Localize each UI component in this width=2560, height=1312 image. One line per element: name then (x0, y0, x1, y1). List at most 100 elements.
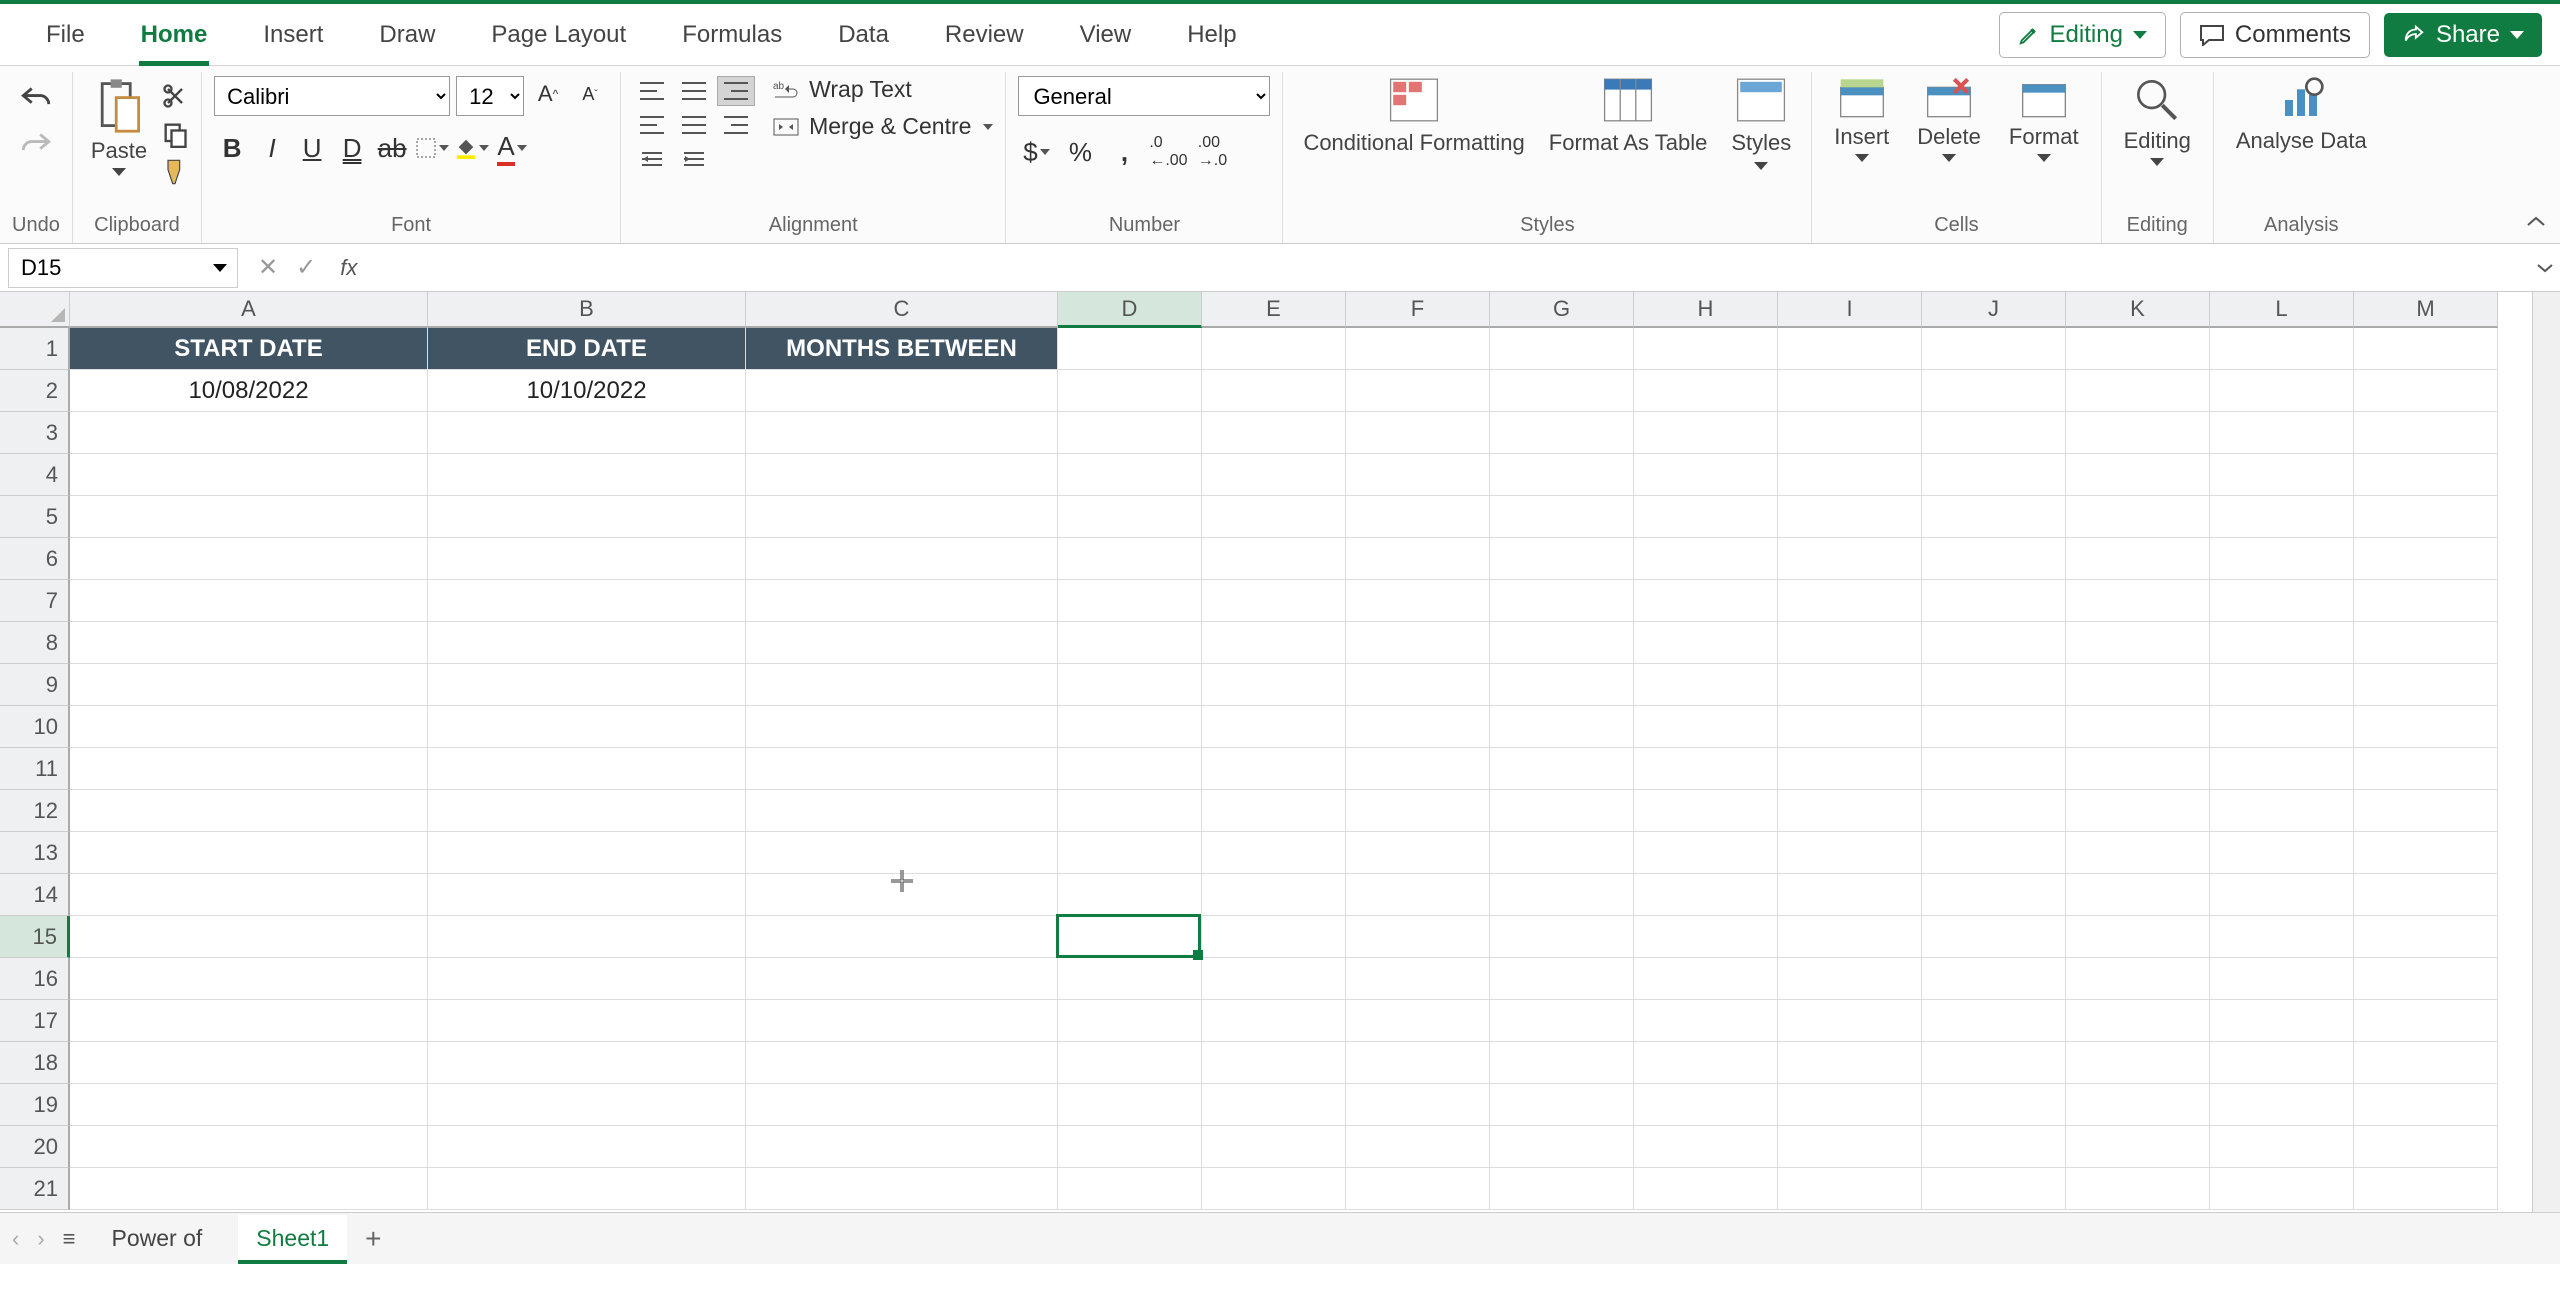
cell-E15[interactable] (1202, 916, 1346, 958)
cell-E20[interactable] (1202, 1126, 1346, 1168)
cell-D11[interactable] (1058, 748, 1202, 790)
cell-J1[interactable] (1922, 328, 2066, 370)
cell-B5[interactable] (428, 496, 746, 538)
cell-D8[interactable] (1058, 622, 1202, 664)
cell-A7[interactable] (70, 580, 428, 622)
cell-M11[interactable] (2354, 748, 2498, 790)
cell-I18[interactable] (1778, 1042, 1922, 1084)
align-top-center[interactable] (675, 76, 713, 106)
cell-M21[interactable] (2354, 1168, 2498, 1210)
cell-A8[interactable] (70, 622, 428, 664)
sheet-tab-power-of[interactable]: Power of (94, 1215, 221, 1262)
cell-I7[interactable] (1778, 580, 1922, 622)
align-mid-left[interactable] (633, 110, 671, 140)
row-header-3[interactable]: 3 (0, 412, 70, 454)
cell-G1[interactable] (1490, 328, 1634, 370)
cell-K9[interactable] (2066, 664, 2210, 706)
column-header-H[interactable]: H (1634, 292, 1778, 328)
cell-J17[interactable] (1922, 1000, 2066, 1042)
strikethrough-button[interactable]: ab (374, 130, 410, 166)
cell-C18[interactable] (746, 1042, 1058, 1084)
cell-M10[interactable] (2354, 706, 2498, 748)
cell-B18[interactable] (428, 1042, 746, 1084)
cell-H9[interactable] (1634, 664, 1778, 706)
cell-L1[interactable] (2210, 328, 2354, 370)
collapse-ribbon-button[interactable] (2526, 212, 2546, 235)
cell-B19[interactable] (428, 1084, 746, 1126)
cell-H12[interactable] (1634, 790, 1778, 832)
bold-button[interactable]: B (214, 130, 250, 166)
cell-J18[interactable] (1922, 1042, 2066, 1084)
cell-C5[interactable] (746, 496, 1058, 538)
cell-I17[interactable] (1778, 1000, 1922, 1042)
cell-L14[interactable] (2210, 874, 2354, 916)
cell-J11[interactable] (1922, 748, 2066, 790)
cell-J3[interactable] (1922, 412, 2066, 454)
formula-input[interactable] (367, 244, 2530, 291)
cell-D7[interactable] (1058, 580, 1202, 622)
cell-K3[interactable] (2066, 412, 2210, 454)
tab-view[interactable]: View (1052, 4, 1160, 66)
tab-help[interactable]: Help (1159, 4, 1264, 66)
cell-C7[interactable] (746, 580, 1058, 622)
cell-D16[interactable] (1058, 958, 1202, 1000)
cell-G5[interactable] (1490, 496, 1634, 538)
row-header-16[interactable]: 16 (0, 958, 70, 1000)
cell-K13[interactable] (2066, 832, 2210, 874)
cell-K5[interactable] (2066, 496, 2210, 538)
cell-H11[interactable] (1634, 748, 1778, 790)
format-cells-button[interactable]: Format (1999, 76, 2089, 162)
row-header-11[interactable]: 11 (0, 748, 70, 790)
cell-K6[interactable] (2066, 538, 2210, 580)
row-header-20[interactable]: 20 (0, 1126, 70, 1168)
cell-A11[interactable] (70, 748, 428, 790)
cell-H4[interactable] (1634, 454, 1778, 496)
cut-icon[interactable] (161, 82, 189, 110)
cell-H1[interactable] (1634, 328, 1778, 370)
cell-H7[interactable] (1634, 580, 1778, 622)
cell-M2[interactable] (2354, 370, 2498, 412)
cell-L7[interactable] (2210, 580, 2354, 622)
select-all-corner[interactable] (0, 292, 70, 328)
cell-D2[interactable] (1058, 370, 1202, 412)
sheet-tab-sheet1[interactable]: Sheet1 (238, 1215, 347, 1262)
cell-C21[interactable] (746, 1168, 1058, 1210)
row-header-13[interactable]: 13 (0, 832, 70, 874)
cell-J7[interactable] (1922, 580, 2066, 622)
cell-H13[interactable] (1634, 832, 1778, 874)
cell-G8[interactable] (1490, 622, 1634, 664)
number-format-select[interactable]: General (1018, 76, 1270, 116)
cell-B11[interactable] (428, 748, 746, 790)
cell-C17[interactable] (746, 1000, 1058, 1042)
cell-I5[interactable] (1778, 496, 1922, 538)
cell-G9[interactable] (1490, 664, 1634, 706)
row-header-21[interactable]: 21 (0, 1168, 70, 1210)
cell-L5[interactable] (2210, 496, 2354, 538)
cell-F8[interactable] (1346, 622, 1490, 664)
underline-button[interactable]: U (294, 130, 330, 166)
cell-L2[interactable] (2210, 370, 2354, 412)
cell-L20[interactable] (2210, 1126, 2354, 1168)
row-header-9[interactable]: 9 (0, 664, 70, 706)
cell-C13[interactable] (746, 832, 1058, 874)
cell-K2[interactable] (2066, 370, 2210, 412)
cell-E8[interactable] (1202, 622, 1346, 664)
cells-grid[interactable]: START DATEEND DATEMONTHS BETWEEN10/08/20… (70, 328, 2498, 1210)
cell-C15[interactable] (746, 916, 1058, 958)
column-header-J[interactable]: J (1922, 292, 2066, 328)
cell-D13[interactable] (1058, 832, 1202, 874)
cell-J2[interactable] (1922, 370, 2066, 412)
cell-M7[interactable] (2354, 580, 2498, 622)
fx-icon[interactable]: fx (330, 255, 367, 281)
cell-H14[interactable] (1634, 874, 1778, 916)
cell-J12[interactable] (1922, 790, 2066, 832)
cell-G16[interactable] (1490, 958, 1634, 1000)
cell-M16[interactable] (2354, 958, 2498, 1000)
cell-K12[interactable] (2066, 790, 2210, 832)
cell-I8[interactable] (1778, 622, 1922, 664)
cell-D12[interactable] (1058, 790, 1202, 832)
cell-H5[interactable] (1634, 496, 1778, 538)
cell-M12[interactable] (2354, 790, 2498, 832)
cell-G18[interactable] (1490, 1042, 1634, 1084)
tab-page-layout[interactable]: Page Layout (463, 4, 654, 66)
